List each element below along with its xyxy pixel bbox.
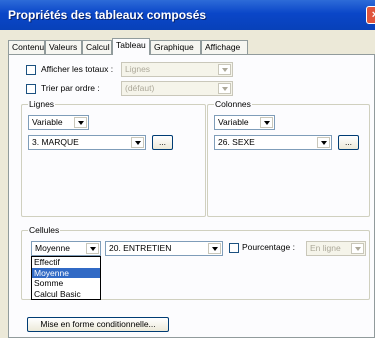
chevron-down-icon[interactable] (351, 243, 364, 254)
tab-affichage[interactable]: Affichage (201, 40, 248, 54)
tab-contenu[interactable]: Contenu (8, 40, 45, 54)
chevron-down-icon[interactable] (317, 137, 330, 148)
chevron-down-icon[interactable] (218, 83, 231, 94)
window-title: Propriétés des tableaux composés (8, 8, 207, 22)
lignes-browse-button[interactable]: ... (152, 135, 173, 150)
trier-ordre-label: Trier par ordre : (41, 83, 100, 93)
lignes-type-value: Variable (32, 117, 63, 127)
lignes-group-title: Lignes (28, 99, 56, 109)
cellules-type-value: Moyenne (35, 243, 70, 253)
colonnes-variable-select[interactable]: 26. SEXE (214, 135, 332, 150)
dropdown-option-effectif[interactable]: Effectif (32, 257, 100, 268)
pourcentage-value: En ligne (310, 243, 341, 253)
chevron-down-icon[interactable] (208, 243, 221, 254)
totaux-select[interactable]: Lignes (121, 62, 233, 77)
title-bar[interactable]: Propriétés des tableaux composés (0, 0, 375, 30)
chevron-down-icon[interactable] (260, 117, 273, 128)
trier-ordre-checkbox[interactable] (26, 84, 36, 94)
trier-select[interactable]: (défaut) (121, 81, 233, 96)
tab-graphique[interactable]: Graphique (150, 40, 201, 54)
totaux-value: Lignes (125, 64, 151, 74)
chevron-down-icon[interactable] (74, 117, 87, 128)
cellules-group-title: Cellules (28, 225, 61, 235)
chevron-down-icon[interactable] (86, 243, 99, 254)
pourcentage-label: Pourcentage : (242, 242, 295, 252)
dropdown-option-somme[interactable]: Somme (32, 278, 100, 289)
lignes-type-select[interactable]: Variable (28, 115, 89, 130)
afficher-totaux-checkbox[interactable] (26, 65, 36, 75)
pourcentage-checkbox[interactable] (229, 243, 239, 253)
lignes-group: Lignes Variable 3. MARQUE ... (21, 99, 206, 217)
colonnes-variable-value: 26. SEXE (218, 137, 255, 147)
dialog-window: Propriétés des tableaux composés × Conte… (0, 0, 375, 338)
lignes-variable-select[interactable]: 3. MARQUE (28, 135, 146, 150)
mise-en-forme-conditionnelle-button[interactable]: Mise en forme conditionnelle... (27, 317, 169, 332)
dropdown-option-moyenne[interactable]: Moyenne (32, 267, 100, 278)
cellules-variable-select[interactable]: 20. ENTRETIEN (105, 241, 223, 256)
colonnes-group: Colonnes Variable 26. SEXE ... (207, 99, 370, 217)
tab-calcul[interactable]: Calcul (82, 40, 112, 54)
cellules-type-dropdown-list[interactable]: Effectif Moyenne Somme Calcul Basic (31, 256, 101, 300)
trier-value: (défaut) (125, 83, 155, 93)
colonnes-browse-button[interactable]: ... (338, 135, 359, 150)
colonnes-type-select[interactable]: Variable (214, 115, 275, 130)
afficher-totaux-label: Afficher les totaux : (41, 64, 114, 74)
dropdown-option-calcul-basic[interactable]: Calcul Basic (32, 289, 100, 300)
pourcentage-select[interactable]: En ligne (306, 241, 366, 256)
tab-valeurs[interactable]: Valeurs (45, 40, 82, 54)
close-icon[interactable]: × (366, 6, 375, 24)
tab-tableau[interactable]: Tableau (112, 38, 150, 55)
colonnes-group-title: Colonnes (214, 99, 252, 109)
lignes-variable-value: 3. MARQUE (32, 137, 79, 147)
chevron-down-icon[interactable] (131, 137, 144, 148)
colonnes-type-value: Variable (218, 117, 249, 127)
chevron-down-icon[interactable] (218, 64, 231, 75)
cellules-variable-value: 20. ENTRETIEN (109, 243, 172, 253)
cellules-type-select[interactable]: Moyenne (31, 241, 101, 256)
